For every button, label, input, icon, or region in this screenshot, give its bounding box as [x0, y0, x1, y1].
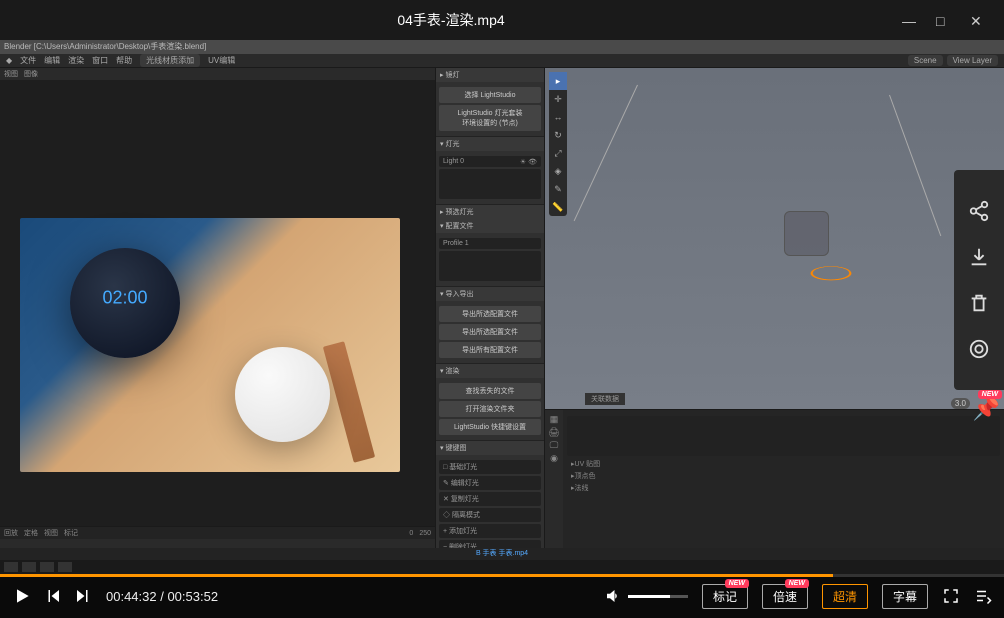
prop-vcol[interactable]: ▸ 顶点色	[567, 470, 1000, 482]
tool-move[interactable]: ↔	[549, 108, 567, 126]
light-item[interactable]: Light 0 ☀ 👁	[439, 156, 541, 167]
watch-light	[235, 347, 330, 442]
btn-export-2[interactable]: 导出所选配置文件	[439, 324, 541, 340]
next-button[interactable]	[74, 587, 92, 605]
prop-field[interactable]	[567, 416, 1000, 456]
prop-tab-view-icon[interactable]: 🖵	[550, 440, 559, 451]
frame-start[interactable]: 0	[409, 530, 413, 537]
blender-titlebar: Blender [C:\Users\Administrator\Desktop\…	[0, 40, 1004, 54]
btn-select-lightstudio[interactable]: 选择 LightStudio	[439, 87, 541, 103]
taskbar-item[interactable]	[4, 562, 18, 572]
menu-edit[interactable]: 编辑	[44, 55, 60, 66]
watch-dark	[70, 248, 180, 358]
menu-file[interactable]: 文件	[20, 55, 36, 66]
viewlayer-selector[interactable]: View Layer	[947, 55, 998, 66]
panel-profile[interactable]: ▾ 配置文件	[436, 219, 544, 233]
new-badge: NEW	[725, 579, 749, 588]
tool-select[interactable]: ▸	[549, 72, 567, 90]
viewport-overlay-label[interactable]: 关联数据	[585, 393, 625, 405]
lightstudio-panel[interactable]: ▸ 镜灯 选择 LightStudio LightStudio 灯光套装环境设置…	[435, 68, 545, 574]
rotation-gizmo[interactable]	[811, 252, 851, 292]
prop-tab-scene-icon[interactable]: ◉	[550, 453, 558, 464]
quality-button[interactable]: 超清	[822, 584, 868, 609]
image-menu[interactable]: 图像	[24, 69, 38, 79]
tl-playback[interactable]: 回放	[4, 528, 18, 538]
render-result-image	[20, 218, 400, 472]
blender-statusbar: B 手表 手表.mp4	[0, 548, 1004, 560]
tool-transform[interactable]: ◈	[549, 162, 567, 180]
tl-keying[interactable]: 定格	[24, 528, 38, 538]
btn-export-1[interactable]: 导出所选配置文件	[439, 306, 541, 322]
panel-header-light[interactable]: ▾ 灯光	[436, 137, 544, 151]
op-item[interactable]: ◇ 隔离模式	[439, 508, 541, 522]
pin-icon[interactable]: 📌	[973, 396, 1000, 422]
op-item[interactable]: + 添加灯光	[439, 524, 541, 538]
view-menu[interactable]: 视图	[4, 69, 18, 79]
menu-render[interactable]: 渲染	[68, 55, 84, 66]
fullscreen-icon[interactable]	[942, 587, 960, 605]
scene-selector[interactable]: Scene	[908, 55, 943, 66]
btn-export-3[interactable]: 导出所有配置文件	[439, 342, 541, 358]
prop-tab-output-icon[interactable]: 🖨	[548, 427, 559, 438]
play-button[interactable]	[12, 586, 32, 606]
btn-lightstudio-set[interactable]: LightStudio 灯光套装环境设置的 (节点)	[439, 105, 541, 131]
panel-export[interactable]: ▾ 导入导出	[436, 287, 544, 301]
frame-end[interactable]: 250	[419, 530, 431, 537]
video-title: 04手表-渲染.mp4	[0, 10, 902, 30]
tool-measure[interactable]: 📏	[549, 198, 567, 216]
volume-icon[interactable]	[604, 587, 622, 605]
playlist-icon[interactable]	[974, 587, 992, 605]
taskbar-item[interactable]	[40, 562, 54, 572]
tool-scale[interactable]: ⤢	[549, 144, 567, 162]
tl-view[interactable]: 视图	[44, 528, 58, 538]
tl-markers[interactable]: 标记	[64, 528, 78, 538]
window-maximize[interactable]: □	[936, 13, 950, 27]
speed-button[interactable]: 倍速 NEW	[762, 584, 808, 609]
op-item[interactable]: □ 基础灯光	[439, 460, 541, 474]
share-icon[interactable]	[968, 200, 990, 222]
delete-icon[interactable]	[968, 292, 990, 314]
panel-render[interactable]: ▾ 渲染	[436, 364, 544, 378]
menu-window[interactable]: 窗口	[92, 55, 108, 66]
new-badge: NEW	[785, 579, 809, 588]
subtitle-button[interactable]: 字幕	[882, 584, 928, 609]
workspace-tab-uv[interactable]: UV编辑	[208, 55, 235, 66]
3d-viewport[interactable]: ▸ ✛ ↔ ↻ ⤢ ◈ ✎ 📏 关联数据	[545, 68, 1004, 409]
new-badge: NEW	[978, 390, 1002, 399]
workspace-tab-light[interactable]: 光线材质添加	[140, 54, 200, 67]
progress-bar[interactable]	[0, 574, 1004, 577]
btn-find-missing[interactable]: 查找丢失的文件	[439, 383, 541, 399]
mark-button[interactable]: 标记 NEW	[702, 584, 748, 609]
panel-header-lights[interactable]: ▸ 镜灯	[436, 68, 544, 82]
download-icon[interactable]	[968, 246, 990, 268]
watch-strap	[323, 341, 375, 463]
blender-logo-icon[interactable]: ◆	[6, 56, 12, 65]
numpad-indicator: 3.0	[951, 398, 970, 409]
time-display: 00:44:32 / 00:53:52	[106, 589, 218, 604]
panel-preset-lights[interactable]: ▸ 预选灯光	[436, 205, 544, 219]
volume-slider[interactable]	[628, 595, 688, 598]
target-icon[interactable]	[968, 338, 990, 360]
op-item[interactable]: ✕ 复制灯光	[439, 492, 541, 506]
prev-button[interactable]	[44, 587, 62, 605]
prop-uv[interactable]: ▸ UV 贴图	[567, 458, 1000, 470]
tool-cursor[interactable]: ✛	[549, 90, 567, 108]
prop-tab-render-icon[interactable]: ▦	[550, 414, 559, 425]
menu-help[interactable]: 帮助	[116, 55, 132, 66]
window-minimize[interactable]: —	[902, 13, 916, 27]
taskbar-item[interactable]	[58, 562, 72, 572]
window-close[interactable]: ✕	[970, 13, 984, 27]
panel-keymap[interactable]: ▾ 键键图	[436, 441, 544, 455]
watch-3d-object[interactable]	[784, 211, 829, 256]
btn-open-folder[interactable]: 打开渲染文件夹	[439, 401, 541, 417]
op-item[interactable]: ✎ 编辑灯光	[439, 476, 541, 490]
profile-select[interactable]: Profile 1	[439, 238, 541, 249]
btn-hotkeys[interactable]: LightStudio 快捷键设置	[439, 419, 541, 435]
render-viewport[interactable]	[0, 80, 435, 526]
prop-normal[interactable]: ▸ 法线	[567, 482, 1000, 494]
taskbar-item[interactable]	[22, 562, 36, 572]
tool-annotate[interactable]: ✎	[549, 180, 567, 198]
tool-rotate[interactable]: ↻	[549, 126, 567, 144]
